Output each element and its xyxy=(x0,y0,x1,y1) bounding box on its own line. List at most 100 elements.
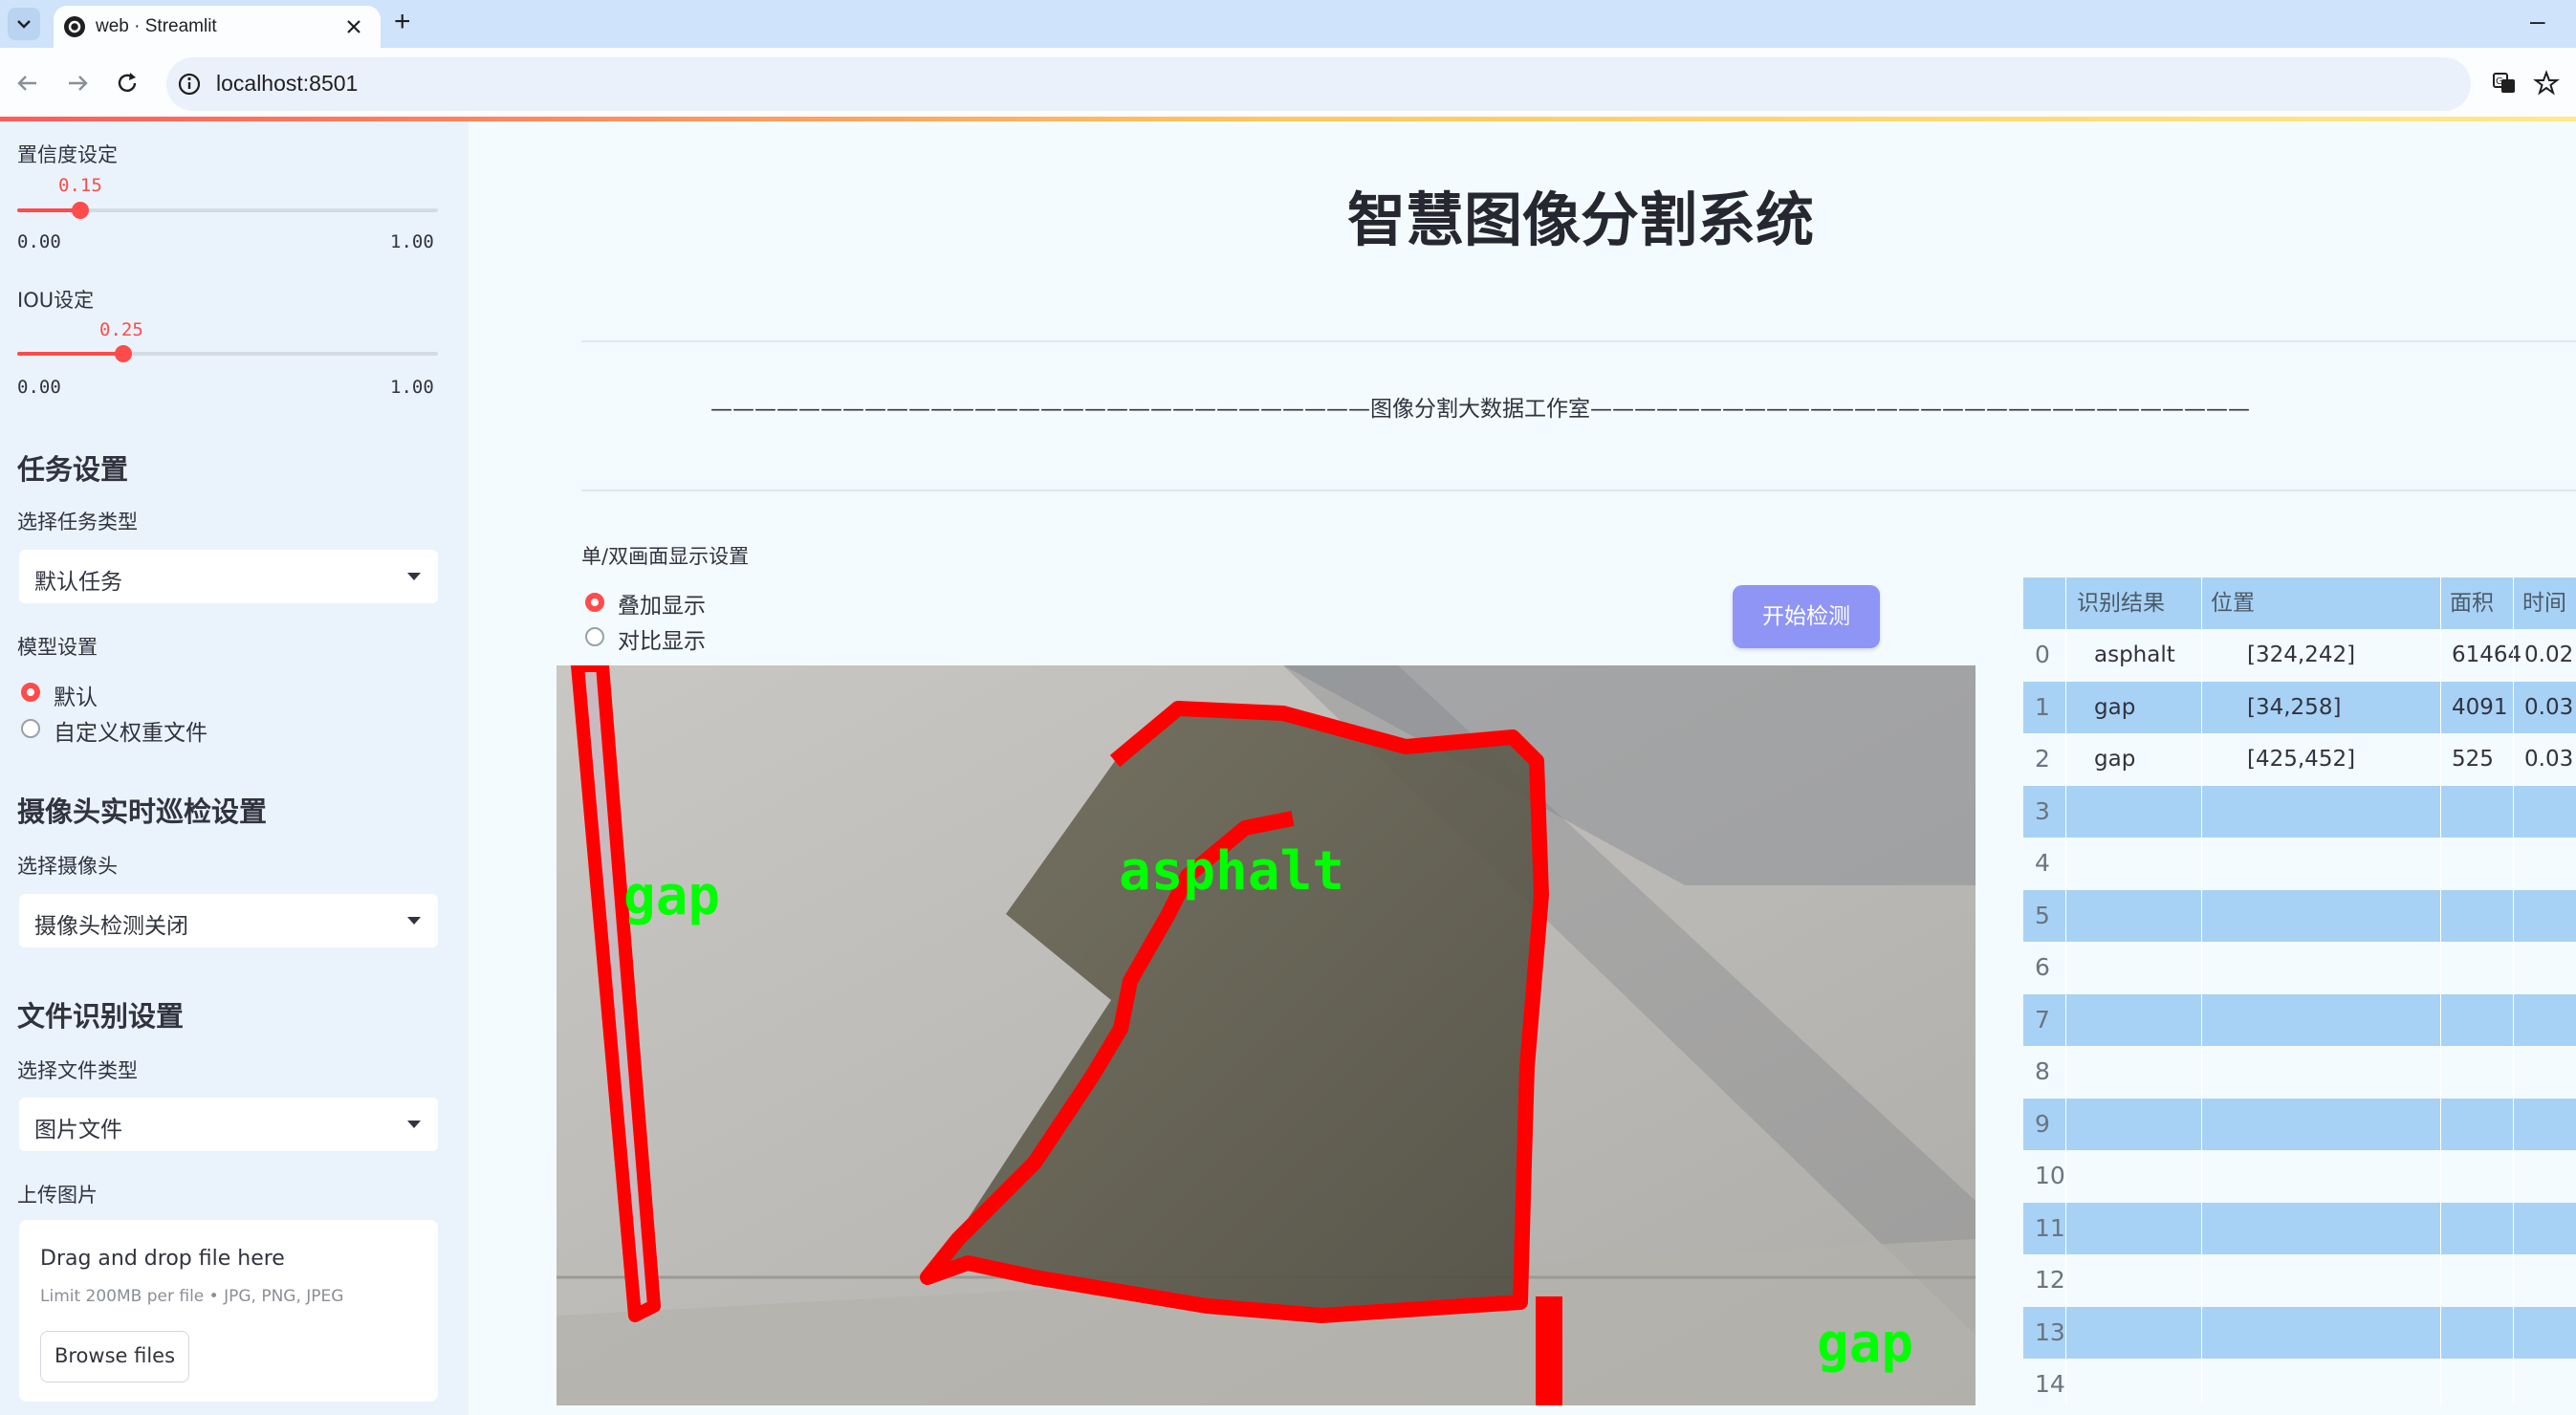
overlay-display-label[interactable]: 叠加显示 xyxy=(618,587,706,620)
browser-tab[interactable]: web · Streamlit xyxy=(54,6,381,48)
row-result: gap xyxy=(2094,747,2136,772)
bookmark-star-icon[interactable] xyxy=(2532,69,2561,98)
segmentation-canvas: gap asphalt gap xyxy=(557,665,1976,1405)
file-type-value: 图片文件 xyxy=(34,1118,122,1143)
camera-select-label: 选择摄像头 xyxy=(17,855,118,878)
task-type-select[interactable]: 默认任务 xyxy=(19,550,438,603)
table-row[interactable]: 14 xyxy=(2023,1359,2576,1405)
table-header: 识别结果 位置 面积 时间 xyxy=(2023,577,2576,629)
file-type-select[interactable]: 图片文件 xyxy=(19,1098,438,1151)
camera-select-value: 摄像头检测关闭 xyxy=(34,914,188,939)
confidence-label: 置信度设定 xyxy=(17,143,118,166)
row-time: 0.03 xyxy=(2524,747,2574,772)
row-index: 0 xyxy=(2035,641,2050,668)
file-dropzone[interactable]: Drag and drop file here Limit 200MB per … xyxy=(19,1220,438,1402)
dropzone-limit: Limit 200MB per file • JPG, PNG, JPEG xyxy=(40,1287,344,1306)
asphalt-label: asphalt xyxy=(1119,840,1344,903)
table-row[interactable]: 2 gap [425,452] 525 0.03 xyxy=(2023,733,2576,785)
close-icon[interactable] xyxy=(344,17,363,36)
site-info-icon[interactable] xyxy=(176,71,203,98)
dropdown-caret-icon xyxy=(407,1121,421,1128)
camera-settings-heading: 摄像头实时巡检设置 xyxy=(17,795,268,828)
minimize-button[interactable]: – xyxy=(2530,6,2545,36)
translate-icon[interactable]: G xyxy=(2490,69,2519,98)
browse-files-button[interactable]: Browse files xyxy=(40,1331,189,1382)
url-bar[interactable]: localhost:8501 xyxy=(166,57,2471,111)
upload-label: 上传图片 xyxy=(17,1184,98,1207)
table-row[interactable]: 1 gap [34,258] 4091 0.03 xyxy=(2023,681,2576,733)
camera-select[interactable]: 摄像头检测关闭 xyxy=(19,894,438,947)
row-position: [34,258] xyxy=(2247,694,2342,720)
compare-display-label[interactable]: 对比显示 xyxy=(618,622,706,655)
table-row[interactable]: 6 xyxy=(2023,942,2576,993)
reload-icon[interactable] xyxy=(113,69,142,98)
table-row[interactable]: 5 xyxy=(2023,889,2576,942)
iou-slider-fill xyxy=(17,352,122,356)
overlay-display-radio[interactable] xyxy=(585,593,604,612)
iou-slider-handle[interactable] xyxy=(115,345,132,362)
row-index: 7 xyxy=(2035,1005,2050,1034)
back-arrow-icon[interactable] xyxy=(13,69,42,98)
row-area: 4091 xyxy=(2452,694,2508,720)
dropdown-caret-icon xyxy=(407,917,421,925)
header-result[interactable]: 识别结果 xyxy=(2077,577,2165,629)
model-custom-radio[interactable] xyxy=(21,719,40,738)
table-row[interactable]: 8 xyxy=(2023,1046,2576,1098)
row-index: 14 xyxy=(2035,1370,2065,1398)
header-area[interactable]: 面积 xyxy=(2450,577,2494,629)
browse-files-label: Browse files xyxy=(54,1344,176,1367)
svg-text:G: G xyxy=(2496,76,2503,87)
row-position: [425,452] xyxy=(2247,747,2356,772)
iou-max: 1.00 xyxy=(390,377,434,398)
gap-label-left: gap xyxy=(623,865,720,927)
header-position[interactable]: 位置 xyxy=(2211,577,2255,629)
row-result: asphalt xyxy=(2094,642,2175,667)
row-area: 61464 xyxy=(2452,642,2522,667)
url-text: localhost:8501 xyxy=(216,71,359,96)
tab-list-button[interactable] xyxy=(8,8,40,40)
file-type-label: 选择文件类型 xyxy=(17,1059,138,1082)
compare-display-radio[interactable] xyxy=(585,627,604,646)
divider-bottom xyxy=(581,490,2576,491)
table-row[interactable]: 0 asphalt [324,242] 61464 0.02 xyxy=(2023,629,2576,681)
tab-title: web · Streamlit xyxy=(96,16,217,36)
streamlit-favicon-icon xyxy=(64,16,85,37)
start-detection-button[interactable]: 开始检测 xyxy=(1733,585,1880,648)
header-time[interactable]: 时间 xyxy=(2522,577,2566,629)
col-divider xyxy=(2201,577,2202,1405)
results-table[interactable]: 识别结果 位置 面积 时间 0 asphalt [324,242] 61464 0.02… xyxy=(2023,577,2576,1405)
task-type-label: 选择任务类型 xyxy=(17,511,138,533)
row-index: 4 xyxy=(2035,849,2050,877)
table-row[interactable]: 7 xyxy=(2023,993,2576,1046)
row-index: 5 xyxy=(2035,901,2050,929)
row-index: 10 xyxy=(2035,1162,2065,1189)
table-row[interactable]: 12 xyxy=(2023,1254,2576,1306)
table-row[interactable]: 3 xyxy=(2023,785,2576,838)
row-index: 12 xyxy=(2035,1266,2065,1294)
row-index: 3 xyxy=(2035,796,2050,825)
row-area: 525 xyxy=(2452,747,2494,772)
iou-min: 0.00 xyxy=(17,377,61,398)
row-index: 8 xyxy=(2035,1057,2050,1085)
row-index: 2 xyxy=(2035,745,2050,773)
model-custom-label[interactable]: 自定义权重文件 xyxy=(54,714,207,747)
model-default-label[interactable]: 默认 xyxy=(54,679,98,711)
model-default-radio[interactable] xyxy=(21,683,40,702)
iou-label: IOU设定 xyxy=(17,289,95,312)
browser-tab-bar xyxy=(0,0,2576,48)
table-row[interactable]: 11 xyxy=(2023,1202,2576,1254)
row-time: 0.03 xyxy=(2524,694,2574,720)
table-row[interactable]: 9 xyxy=(2023,1098,2576,1150)
new-tab-button[interactable]: + xyxy=(394,6,411,38)
table-row[interactable]: 10 xyxy=(2023,1150,2576,1202)
col-divider xyxy=(2440,577,2441,1405)
display-setting-label: 单/双画面显示设置 xyxy=(581,545,750,568)
row-index: 6 xyxy=(2035,953,2050,981)
gap-label-right: gap xyxy=(1817,1313,1913,1375)
row-index: 13 xyxy=(2035,1317,2065,1346)
dropzone-text: Drag and drop file here xyxy=(40,1247,285,1271)
forward-arrow-icon[interactable] xyxy=(63,69,92,98)
table-row[interactable]: 13 xyxy=(2023,1306,2576,1359)
page-title: 智慧图像分割系统 xyxy=(1346,186,1814,254)
table-row[interactable]: 4 xyxy=(2023,838,2576,889)
